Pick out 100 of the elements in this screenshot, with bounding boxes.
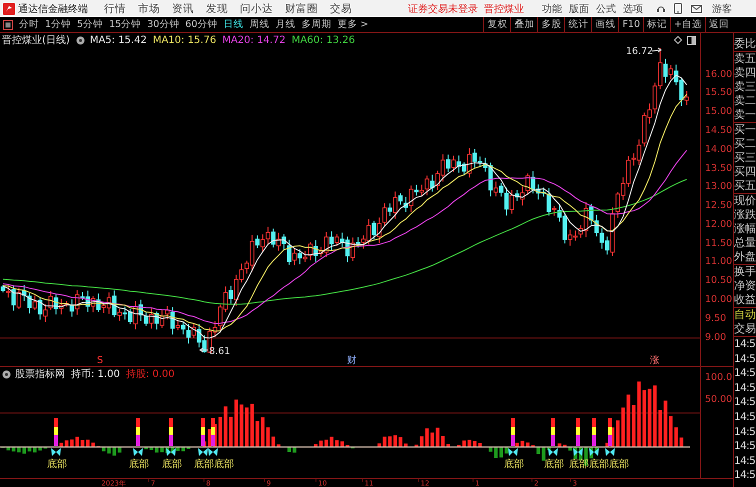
signal-label: 底部 [47, 459, 67, 470]
price-axis-label: 11.00 [704, 255, 733, 270]
quote-field-label: 买二 [734, 137, 756, 151]
trade-time: 14:5 [734, 454, 756, 468]
toolbar-button[interactable]: 标记 [643, 17, 670, 32]
toolbar-button[interactable]: 返回 [705, 17, 732, 32]
signal-bar [169, 418, 173, 446]
period-tab[interactable]: 周线 [249, 18, 270, 31]
signal-bar [511, 418, 515, 446]
period-tab[interactable]: 1分钟 [45, 18, 72, 31]
quote-field-label: 卖五 [734, 52, 756, 66]
menu-item[interactable]: 行情 [104, 2, 126, 16]
leader-line [199, 348, 208, 352]
menu-item[interactable]: 市场 [138, 2, 160, 16]
signal-bar [201, 418, 205, 446]
toolbar-button[interactable]: 叠加 [510, 17, 538, 32]
menu-item[interactable]: 交易 [330, 2, 352, 16]
menu-item[interactable]: 问小达 [240, 2, 273, 16]
signal-bar [211, 418, 215, 446]
low-price-label: 8.61 [209, 346, 230, 357]
high-price-label: 16.72 [626, 47, 654, 57]
menu-item[interactable]: 资讯 [172, 2, 194, 16]
trade-time: 14:5 [734, 439, 756, 454]
chart-title: 晋控煤业(日线) [2, 34, 70, 47]
event-marker: S [96, 355, 104, 366]
menu-item[interactable]: 功能 [542, 2, 562, 16]
envelope-icon[interactable] [691, 4, 702, 12]
quote-field-label: 换手 [734, 265, 756, 279]
signal-bar [576, 418, 580, 446]
quote-field-label: 净资 [734, 279, 756, 293]
quote-action[interactable]: 交易 [734, 322, 756, 336]
signal-label: 底部 [129, 459, 149, 470]
signal-label: 底部 [194, 459, 214, 470]
toolbar-button[interactable]: 统计 [564, 17, 592, 32]
toolbar-button[interactable]: F10 [618, 17, 644, 32]
quote-field-label: 委比 [734, 37, 756, 51]
diamond-icon[interactable] [674, 36, 682, 44]
event-marker: 涨 [650, 355, 660, 366]
leader-line [652, 48, 662, 52]
butterfly-icon [166, 448, 176, 456]
price-axis-label: 10.50 [704, 274, 733, 288]
period-tab[interactable]: 日线 [223, 18, 244, 31]
headset-icon[interactable] [656, 4, 666, 14]
period-tab[interactable]: 多周期 [301, 18, 332, 31]
gear-icon[interactable] [2, 370, 11, 378]
user-label[interactable]: 游客 [712, 2, 732, 16]
butterfly-icon [605, 448, 615, 456]
menu-item[interactable]: 选项 [623, 2, 643, 16]
moving-average-value: MA10: 15.76 [152, 34, 216, 46]
trade-time: 14:5 [734, 395, 756, 410]
indicator-axis-label: 50.00 [704, 394, 733, 406]
menu-item[interactable]: 发现 [206, 2, 228, 16]
phone-icon[interactable] [674, 3, 682, 14]
period-tab[interactable]: 60分钟 [185, 18, 218, 31]
stock-link[interactable]: 晋控煤业 [484, 2, 524, 16]
quote-field-label: 总量 [734, 236, 756, 250]
quote-field-label: 现价 [734, 194, 756, 208]
toolbar-button[interactable]: 画线 [591, 17, 618, 32]
quote-field-label: 买一 [734, 123, 756, 137]
period-tab[interactable]: 30分钟 [147, 18, 180, 31]
toolbar-button[interactable]: +自选 [670, 17, 705, 32]
butterfly-icon [589, 448, 599, 456]
signal-bar [54, 418, 58, 446]
period-tab[interactable]: 5分钟 [77, 18, 104, 31]
quote-field-label: 卖二 [734, 94, 756, 108]
quote-field-label: 卖三 [734, 80, 756, 94]
butterfly-icon [548, 448, 558, 456]
menu-item[interactable]: 财富圈 [285, 2, 318, 16]
trade-time: 14:5 [734, 424, 756, 440]
signal-label: 底部 [589, 459, 609, 470]
panel-toggle-icon[interactable] [3, 20, 13, 30]
menu-item[interactable]: 公式 [596, 2, 616, 16]
logo-icon [3, 2, 15, 14]
menu-item[interactable]: 版面 [569, 2, 589, 16]
indicator-title: 股票指标网 [15, 368, 65, 381]
quote-field-label: 买四 [734, 165, 756, 179]
price-axis-label: 16.00 [704, 68, 733, 82]
quote-action[interactable]: 自动 [734, 308, 756, 322]
period-tab[interactable]: 更多 > [337, 18, 368, 31]
signal-label: 底部 [569, 459, 589, 470]
trade-time: 14:5 [734, 468, 756, 483]
period-tab[interactable]: 月线 [275, 18, 296, 31]
quote-field-label: 外盘 [734, 250, 756, 264]
quote-field-label: 收益 [734, 293, 756, 307]
period-tab[interactable]: 分时 [19, 18, 39, 31]
trade-time: 14:5 [734, 337, 756, 352]
gear-icon[interactable] [76, 36, 85, 44]
signal-label: 底部 [214, 459, 234, 470]
price-axis-label: 10.00 [704, 292, 733, 307]
quote-field-label: 涨跌 [734, 208, 756, 222]
toolbar-button[interactable]: 复权 [483, 17, 510, 32]
moving-average-value: MA5: 15.42 [90, 34, 147, 46]
quote-field-label: 买三 [734, 151, 756, 165]
indicator-value: 持股: 0.00 [126, 368, 175, 381]
price-axis-label: 15.50 [704, 86, 733, 100]
toolbar-button[interactable]: 多股 [537, 17, 564, 32]
quote-field-label: 买五 [734, 179, 756, 193]
trade-time: 14:5 [734, 352, 756, 366]
period-tab[interactable]: 15分钟 [109, 18, 142, 31]
window-icon[interactable] [687, 36, 696, 44]
